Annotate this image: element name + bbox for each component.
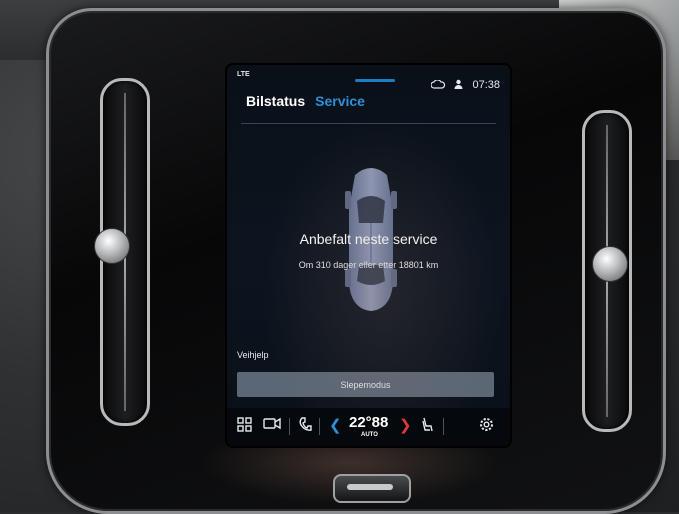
tow-mode-button[interactable]: Slepemodus xyxy=(237,372,494,397)
dock-separator xyxy=(319,418,320,435)
gear-icon[interactable] xyxy=(479,417,494,435)
tab-bilstatus[interactable]: Bilstatus xyxy=(246,93,305,109)
service-subtitle: Om 310 dager eller etter 18801 km xyxy=(298,260,439,270)
camera-icon[interactable] xyxy=(263,417,281,433)
home-button[interactable] xyxy=(333,474,411,503)
status-bar: LTE 07:38 xyxy=(227,65,510,91)
top-pull-handle[interactable] xyxy=(355,79,395,82)
center-display: LTE 07:38 Bilstatus Service Anbefalt nes… xyxy=(227,65,510,446)
tabs-divider xyxy=(241,123,496,124)
climate-bar: ❮ 22°88 AUTO ❯ xyxy=(227,408,510,446)
clock: 07:38 xyxy=(472,79,500,91)
seat-heat-icon[interactable] xyxy=(421,417,433,435)
right-vent-knob[interactable] xyxy=(579,246,641,282)
service-title: Anbefalt neste service xyxy=(299,231,438,247)
dock-separator xyxy=(443,418,444,435)
cloud-sync-icon xyxy=(430,78,446,91)
network-indicator: LTE xyxy=(237,71,250,78)
grid-apps-icon[interactable] xyxy=(237,417,252,435)
phone-icon[interactable] xyxy=(299,417,312,435)
roadside-assistance-label: Veihjelp xyxy=(237,350,269,360)
temperature-readout[interactable]: 22°88 xyxy=(349,414,388,431)
status-right: 07:38 xyxy=(430,78,500,91)
temp-down-chevron-icon[interactable]: ❮ xyxy=(329,416,342,434)
page-tabs: Bilstatus Service xyxy=(246,93,365,109)
tab-service[interactable]: Service xyxy=(315,93,365,109)
person-icon[interactable] xyxy=(454,79,463,91)
temp-up-chevron-icon[interactable]: ❯ xyxy=(399,416,412,434)
left-vent-knob[interactable] xyxy=(81,228,143,264)
climate-mode-label: AUTO xyxy=(361,432,378,438)
dock-separator xyxy=(289,418,290,435)
